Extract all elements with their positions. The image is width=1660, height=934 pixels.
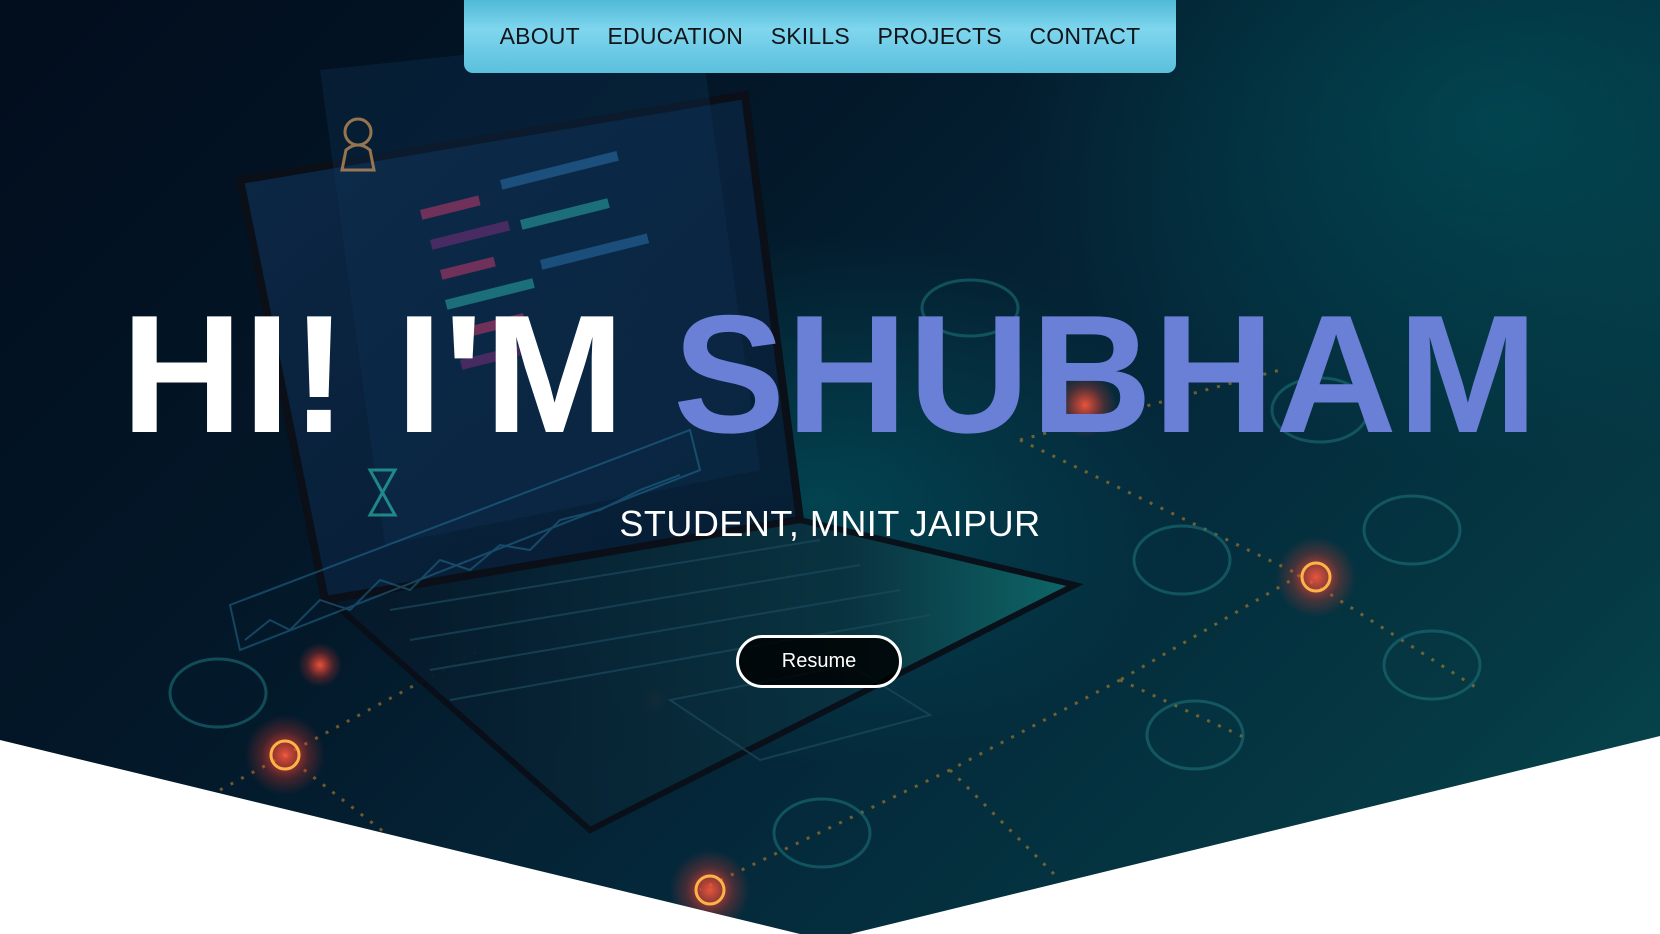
hero-greeting: HI! I'M (121, 280, 626, 468)
hero-name: SHUBHAM (673, 280, 1539, 468)
nav-projects[interactable]: PROJECTS (878, 23, 1002, 50)
nav-contact[interactable]: CONTACT (1029, 23, 1140, 50)
top-navigation: ABOUT EDUCATION SKILLS PROJECTS CONTACT (464, 0, 1176, 73)
nav-education[interactable]: EDUCATION (608, 23, 744, 50)
portfolio-page: ABOUT EDUCATION SKILLS PROJECTS CONTACT … (0, 0, 1660, 934)
resume-button[interactable]: Resume (736, 635, 902, 688)
nav-skills[interactable]: SKILLS (771, 23, 850, 50)
nav-about[interactable]: ABOUT (500, 23, 580, 50)
hero-headline: HI! I'M SHUBHAM (0, 290, 1660, 458)
hero-subtitle: STUDENT, MNIT JAIPUR (619, 503, 1041, 544)
